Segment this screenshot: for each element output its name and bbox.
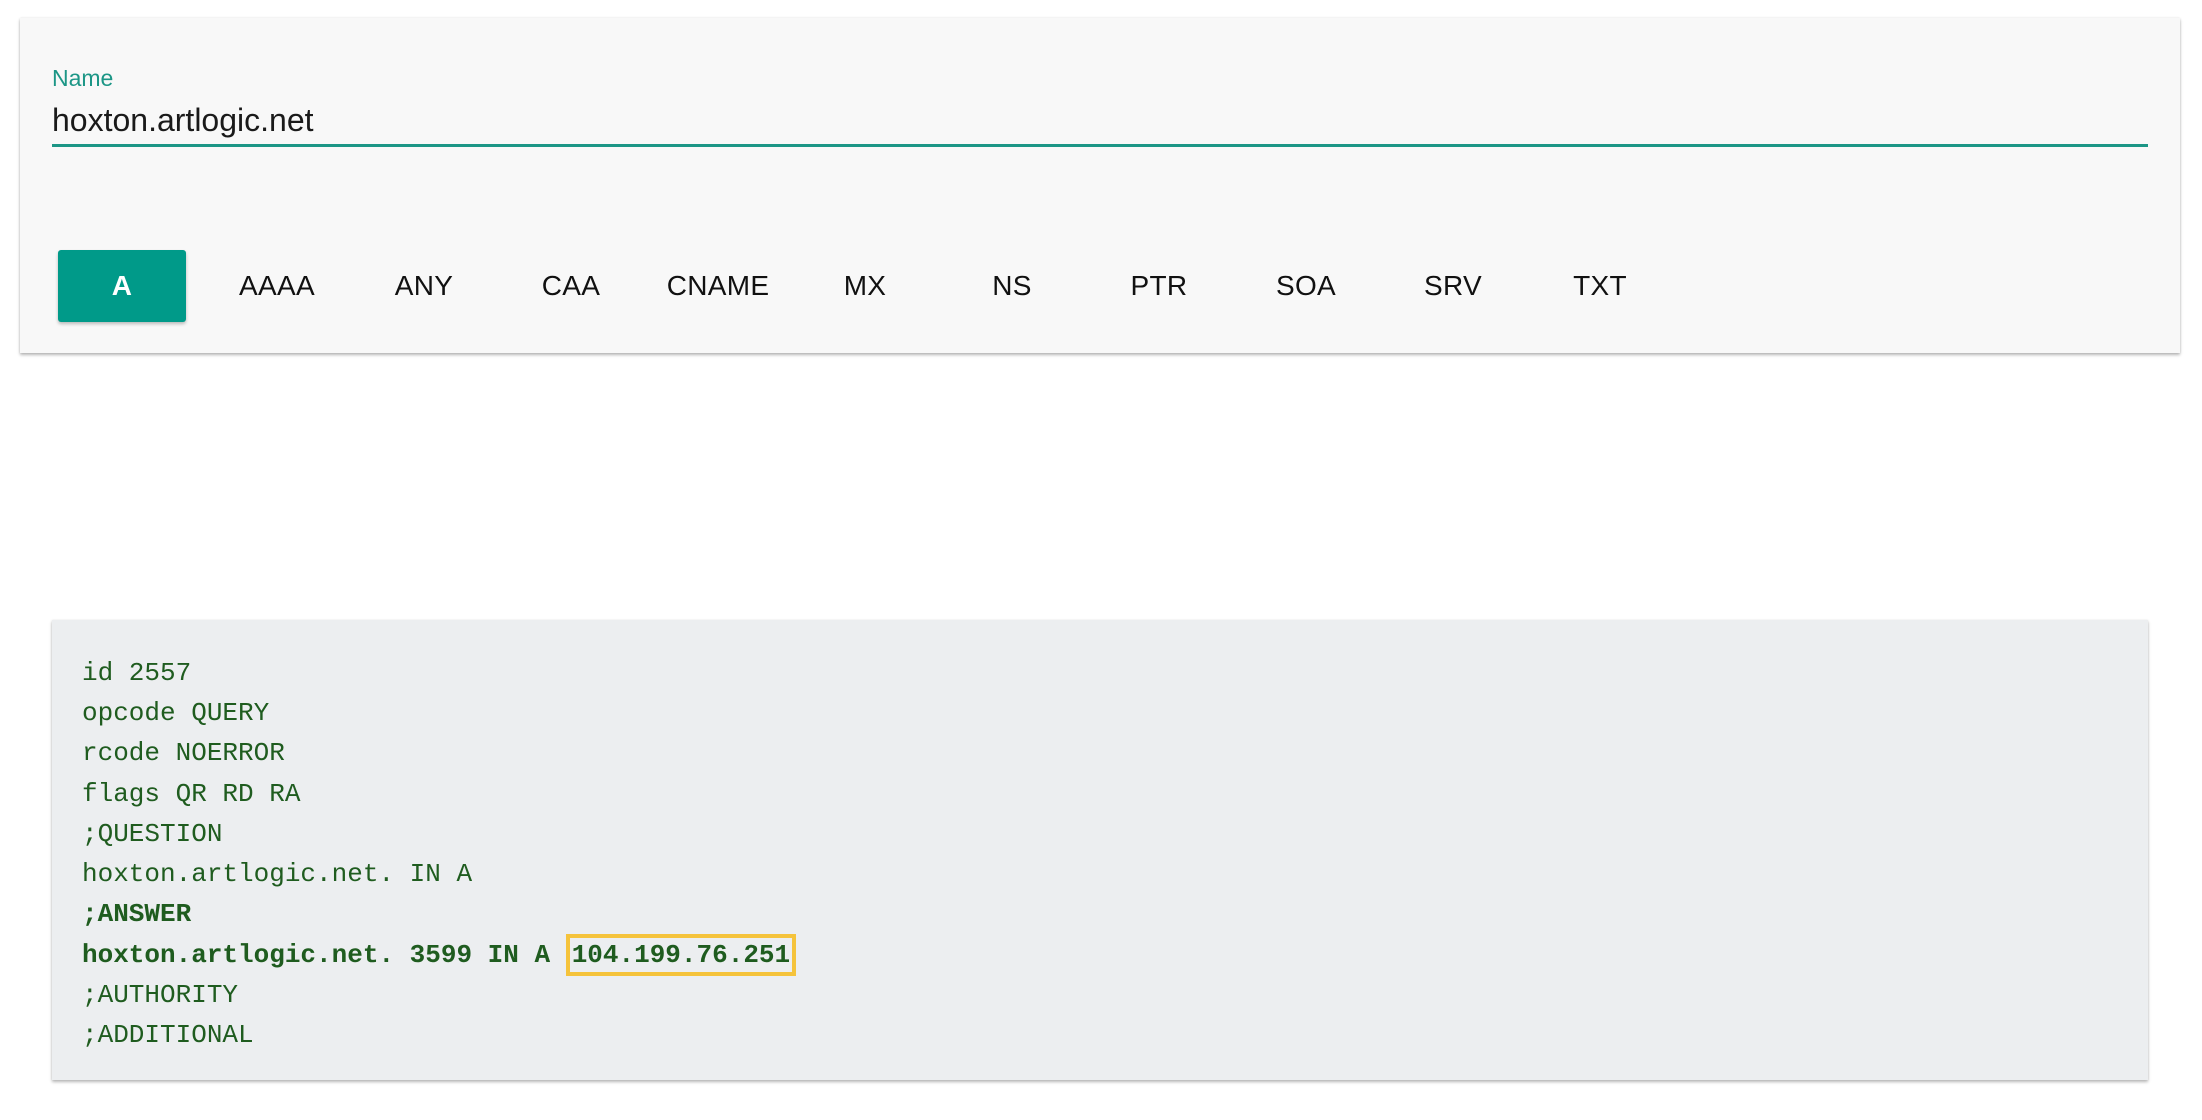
name-input[interactable] bbox=[52, 96, 2148, 147]
result-additional-header: ;ADDITIONAL bbox=[82, 1019, 254, 1050]
result-question-line: hoxton.artlogic.net. IN A bbox=[82, 858, 473, 889]
record-type-selector: A AAAA ANY CAA CNAME MX NS PTR SOA SRV T… bbox=[58, 250, 1674, 324]
type-button-srv[interactable]: SRV bbox=[1380, 250, 1526, 322]
dns-result-panel: id 2557 opcode QUERY rcode NOERROR flags… bbox=[52, 620, 2148, 1080]
query-card: Name A AAAA ANY CAA CNAME MX NS PTR SOA … bbox=[20, 18, 2180, 353]
dns-result-text: id 2557 opcode QUERY rcode NOERROR flags… bbox=[82, 653, 797, 1055]
type-button-soa[interactable]: SOA bbox=[1233, 250, 1379, 322]
answer-record-prefix: hoxton.artlogic.net. 3599 IN A bbox=[82, 940, 566, 971]
result-answer-line: hoxton.artlogic.net. 3599 IN A 104.199.7… bbox=[82, 934, 797, 977]
name-field-label: Name bbox=[52, 65, 114, 91]
result-flags-line: flags QR RD RA bbox=[82, 778, 301, 809]
type-button-aaaa[interactable]: AAAA bbox=[204, 250, 350, 322]
result-id-line: id 2557 bbox=[82, 658, 192, 688]
type-button-caa[interactable]: CAA bbox=[498, 250, 644, 322]
result-authority-header: ;AUTHORITY bbox=[82, 979, 239, 1010]
type-button-ns[interactable]: NS bbox=[939, 250, 1085, 322]
type-button-a[interactable]: A bbox=[58, 250, 186, 322]
type-button-ptr[interactable]: PTR bbox=[1086, 250, 1232, 322]
type-button-txt[interactable]: TXT bbox=[1527, 250, 1673, 322]
type-button-mx[interactable]: MX bbox=[792, 250, 938, 322]
result-answer-header: ;ANSWER bbox=[82, 899, 192, 930]
result-rcode-line: rcode NOERROR bbox=[82, 738, 285, 769]
type-button-cname[interactable]: CNAME bbox=[645, 250, 791, 322]
type-button-any[interactable]: ANY bbox=[351, 250, 497, 322]
result-question-header: ;QUESTION bbox=[82, 818, 223, 849]
result-opcode-line: opcode QUERY bbox=[82, 698, 270, 729]
answer-ip-highlight: 104.199.76.251 bbox=[565, 934, 797, 977]
